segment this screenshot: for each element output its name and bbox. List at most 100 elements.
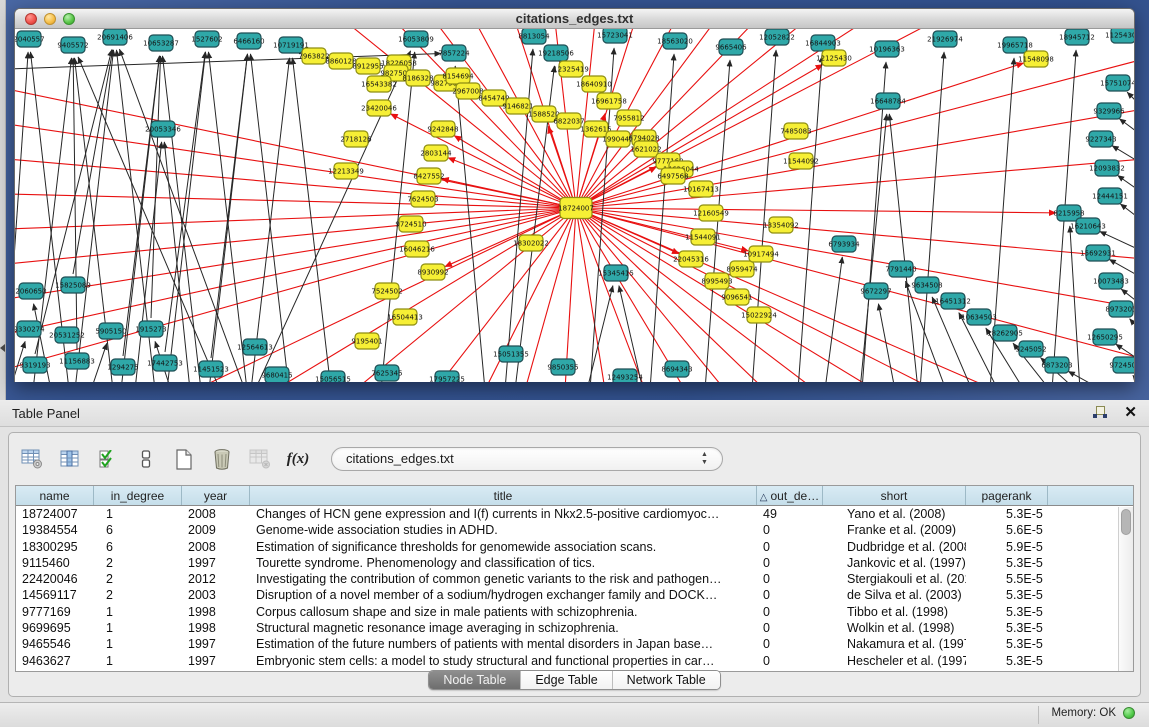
table-row[interactable]: 2242004622012Investigating the contribut… <box>16 571 1133 587</box>
table-row[interactable]: 911546021997Tourette syndrome. Phenomeno… <box>16 555 1133 571</box>
graph-node[interactable]: 21926974 <box>927 31 963 47</box>
graph-node[interactable]: 2803144 <box>420 145 452 161</box>
table-row[interactable]: 946362711997Embryonic stem cells: a mode… <box>16 653 1133 669</box>
graph-node[interactable]: 8813054 <box>518 29 550 44</box>
table-row[interactable]: 969969511998Structural magnetic resonanc… <box>16 620 1133 636</box>
graph-node[interactable]: 9724502 <box>1109 357 1134 373</box>
graph-node[interactable]: 12650295 <box>1087 329 1123 345</box>
zoom-window-button[interactable] <box>63 13 75 25</box>
graph-node[interactable]: 8959474 <box>726 261 758 277</box>
graph-node[interactable]: 15345415 <box>598 265 634 281</box>
graph-node[interactable]: 7955812 <box>613 110 644 126</box>
graph-node[interactable]: 16844903 <box>805 35 841 51</box>
graph-node[interactable]: 9634508 <box>911 277 942 293</box>
graph-node[interactable]: 2718126 <box>340 131 372 147</box>
import-table-icon[interactable] <box>247 446 273 472</box>
memory-ok-indicator[interactable] <box>1123 707 1135 719</box>
column-header-in_degree[interactable]: in_degree <box>94 486 182 505</box>
graph-node[interactable]: 9329966 <box>1093 103 1125 119</box>
scrollbar-thumb[interactable] <box>1121 509 1131 535</box>
graph-node[interactable]: 9195401 <box>351 333 382 349</box>
panel-splitter[interactable] <box>0 0 6 400</box>
graph-node[interactable]: 1915273 <box>135 321 166 337</box>
graph-node[interactable]: 18945712 <box>1059 29 1095 45</box>
table-settings-icon[interactable] <box>19 446 45 472</box>
graph-node[interactable]: 6873203 <box>1041 357 1072 373</box>
table-row[interactable]: 1456911722003Disruption of a novel membe… <box>16 587 1133 603</box>
graph-node[interactable]: 18640910 <box>576 76 612 92</box>
graph-node[interactable]: 11451523 <box>193 361 229 377</box>
graph-node[interactable]: 9724510 <box>395 216 426 232</box>
new-table-icon[interactable] <box>171 446 197 472</box>
graph-node[interactable]: 7624503 <box>407 191 438 207</box>
graph-node[interactable]: 9850355 <box>547 359 578 375</box>
graph-node[interactable]: 9096541 <box>721 289 752 305</box>
graph-node[interactable]: 7485083 <box>780 123 811 139</box>
minimize-window-button[interactable] <box>44 13 56 25</box>
graph-node[interactable]: 15692931 <box>1080 245 1116 261</box>
graph-node[interactable]: 11254309 <box>1105 29 1134 43</box>
column-header-out_de[interactable]: △out_de… <box>757 486 823 505</box>
column-header-title[interactable]: title <box>250 486 757 505</box>
graph-hub-node[interactable]: 18724007 <box>558 198 594 219</box>
graph-node[interactable]: 12444151 <box>1092 188 1128 204</box>
graph-node[interactable]: 6793934 <box>828 236 860 252</box>
graph-node[interactable]: 9242848 <box>427 121 458 137</box>
graph-node[interactable]: 15056515 <box>315 371 351 382</box>
graph-node[interactable]: 8930992 <box>417 264 448 280</box>
graph-node[interactable]: 9405572 <box>57 37 88 53</box>
graph-node[interactable]: 7857224 <box>438 45 470 61</box>
graph-node[interactable]: 16648784 <box>870 93 906 109</box>
graph-node[interactable]: 16053809 <box>398 31 434 47</box>
graph-node[interactable]: 7625345 <box>371 365 402 381</box>
graph-node[interactable]: 9330274 <box>15 321 45 337</box>
graph-node[interactable]: 11156883 <box>59 353 95 369</box>
column-header-short[interactable]: short <box>823 486 966 505</box>
window-titlebar[interactable]: citations_edges.txt <box>15 9 1134 29</box>
graph-node[interactable]: 9227343 <box>1085 131 1116 147</box>
graph-node[interactable]: 2040557 <box>15 31 45 47</box>
graph-node[interactable]: 20531252 <box>49 327 85 343</box>
graph-node[interactable]: 15723041 <box>597 29 633 43</box>
graph-node[interactable]: 16961758 <box>591 93 627 109</box>
graph-node[interactable]: 7524502 <box>371 283 402 299</box>
graph-node[interactable]: 5905150 <box>95 323 126 339</box>
table-row[interactable]: 1938455462009Genome-wide association stu… <box>16 522 1133 538</box>
graph-node[interactable]: 1527602 <box>191 31 222 47</box>
graph-node[interactable]: 9319193 <box>19 357 50 373</box>
graph-node[interactable]: 15751074 <box>1100 75 1134 91</box>
table-selector-dropdown[interactable]: citations_edges.txt ▲▼ <box>331 447 723 471</box>
table-row[interactable]: 946554611997Estimation of the future num… <box>16 636 1133 652</box>
float-panel-icon[interactable] <box>1092 405 1108 421</box>
column-visibility-icon[interactable] <box>57 446 83 472</box>
close-panel-icon[interactable]: ✕ <box>1124 405 1137 421</box>
graph-node[interactable]: 12325419 <box>553 61 589 77</box>
graph-node[interactable]: 10167413 <box>683 181 719 197</box>
graph-node[interactable]: 8186328 <box>402 70 433 86</box>
tab-node-table[interactable]: Node Table <box>429 671 520 689</box>
delete-table-icon[interactable] <box>209 446 235 472</box>
graph-node[interactable]: 10073483 <box>1093 273 1129 289</box>
graph-node[interactable]: 19218506 <box>538 45 574 61</box>
graph-node[interactable]: 12093832 <box>1089 160 1125 176</box>
graph-node[interactable]: 10653287 <box>143 35 179 51</box>
graph-node[interactable]: 8154694 <box>442 68 474 84</box>
graph-node[interactable]: 23420046 <box>361 100 397 116</box>
graph-node[interactable]: 9245052 <box>1015 341 1046 357</box>
graph-node[interactable]: 12052822 <box>759 29 795 45</box>
graph-node[interactable]: 8427552 <box>413 168 444 184</box>
graph-node[interactable]: 8995493 <box>701 273 732 289</box>
graph-node[interactable]: 1294275 <box>107 359 138 375</box>
graph-node[interactable]: 20691406 <box>97 29 133 45</box>
graph-node[interactable]: 16504413 <box>387 309 423 325</box>
close-window-button[interactable] <box>25 13 37 25</box>
graph-node[interactable]: 9680415 <box>261 367 292 382</box>
graph-node[interactable]: 10917494 <box>743 246 779 262</box>
table-row[interactable]: 977716911998Corpus callosum shape and si… <box>16 604 1133 620</box>
graph-node[interactable]: 8973203 <box>1105 301 1134 317</box>
row-height-icon[interactable] <box>133 446 159 472</box>
vertical-scrollbar[interactable] <box>1118 507 1133 671</box>
select-rows-icon[interactable] <box>95 446 121 472</box>
graph-node[interactable]: 8912955 <box>352 58 383 74</box>
table-row[interactable]: 1830029562008Estimation of significance … <box>16 539 1133 555</box>
